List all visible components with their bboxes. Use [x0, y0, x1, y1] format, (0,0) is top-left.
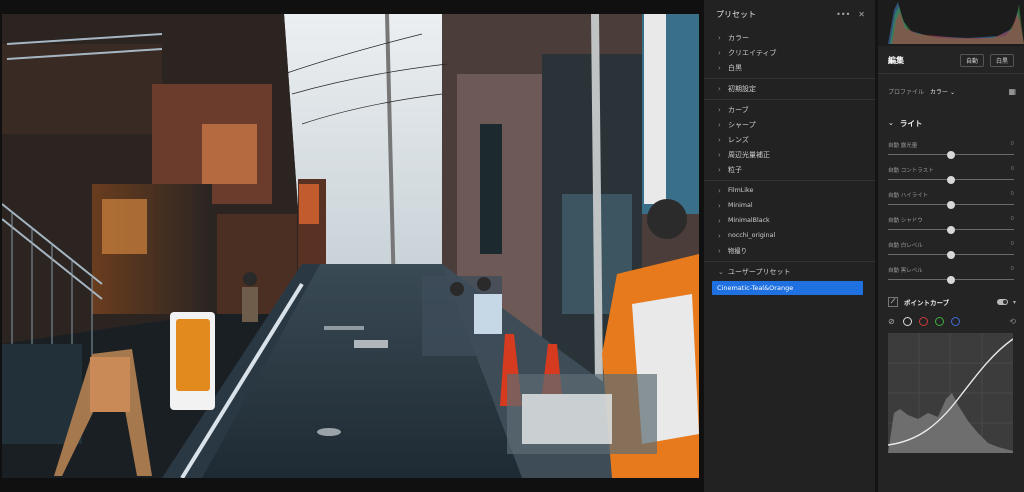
- slider-label: 自動 露光量: [888, 143, 918, 149]
- chevron-right-icon: ›: [718, 105, 721, 114]
- preset-item-curve[interactable]: › カーブ: [704, 102, 875, 117]
- slider-knob[interactable]: [947, 275, 955, 284]
- profile-row: プロファイル カラー ⌄ ▦: [888, 84, 1016, 98]
- chevron-right-icon: ›: [718, 246, 721, 255]
- profile-browser-icon[interactable]: ▦: [1008, 87, 1016, 96]
- channel-blue[interactable]: [950, 316, 960, 326]
- chevron-right-icon: ›: [718, 135, 721, 144]
- chevron-right-icon: ›: [718, 63, 721, 72]
- edited-photo: [2, 14, 699, 478]
- chevron-right-icon: ›: [718, 186, 721, 195]
- preset-item-color[interactable]: › カラー: [704, 30, 875, 45]
- chevron-right-icon: ›: [718, 216, 721, 225]
- preset-group-tools: › カーブ › シャープ › レンズ › 周辺光量補正 › 粒子: [704, 100, 875, 181]
- photo-canvas[interactable]: [0, 0, 703, 492]
- preset-item-bw[interactable]: › 白黒: [704, 60, 875, 75]
- chevron-down-icon[interactable]: ▾: [1013, 299, 1016, 306]
- slider-knob[interactable]: [947, 150, 955, 159]
- preset-group-user: ⌄ ユーザープリセット Cinematic-Teal&Orange: [704, 262, 875, 298]
- preset-item-filmlike[interactable]: › FilmLike: [704, 183, 875, 198]
- preset-item-nocchi-original[interactable]: › nocchi_original: [704, 228, 875, 243]
- chevron-down-icon: ⌄: [718, 267, 724, 276]
- preset-item-lens[interactable]: › レンズ: [704, 132, 875, 147]
- preset-group-basic: › カラー › クリエイティブ › 白黒: [704, 28, 875, 79]
- point-curve-label: ポイントカーブ: [904, 299, 950, 307]
- slider-whites[interactable]: 自動 白レベル 0: [888, 241, 1014, 261]
- eyedropper-icon[interactable]: ⊘: [888, 317, 895, 326]
- preset-item-vignette[interactable]: › 周辺光量補正: [704, 147, 875, 162]
- profile-label: プロファイル: [888, 88, 925, 96]
- preset-item-grain[interactable]: › 粒子: [704, 162, 875, 177]
- slider-knob[interactable]: [947, 225, 955, 234]
- edit-title: 編集: [888, 56, 904, 65]
- close-icon[interactable]: ✕: [858, 10, 865, 19]
- chevron-right-icon: ›: [718, 165, 721, 174]
- tone-curve-editor[interactable]: [887, 333, 1014, 453]
- chevron-right-icon: ›: [718, 120, 721, 129]
- slider-label: 自動 ハイライト: [888, 193, 929, 199]
- preset-item-minimal[interactable]: › Minimal: [704, 198, 875, 213]
- selected-preset[interactable]: Cinematic-Teal&Orange: [712, 281, 863, 295]
- slider-knob[interactable]: [947, 200, 955, 209]
- presets-panel: プリセット ••• ✕ › カラー › クリエイティブ › 白黒 › 初期設定 › カーブ…: [703, 0, 875, 492]
- chevron-right-icon: ›: [718, 150, 721, 159]
- slider-knob[interactable]: [947, 250, 955, 259]
- chevron-right-icon: ›: [718, 33, 721, 42]
- channel-rgb[interactable]: [902, 316, 912, 326]
- bw-button[interactable]: 白黒: [989, 54, 1014, 67]
- slider-contrast[interactable]: 自動 コントラスト 0: [888, 166, 1014, 186]
- slider-value: 0: [1010, 241, 1015, 247]
- profile-select[interactable]: カラー ⌄: [930, 87, 955, 96]
- slider-shadows[interactable]: 自動 シャドウ 0: [888, 216, 1014, 236]
- slider-label: 自動 白レベル: [888, 243, 923, 249]
- chevron-right-icon: ›: [718, 231, 721, 240]
- light-section-header[interactable]: ⌄ ライト: [888, 116, 922, 130]
- slider-exposure[interactable]: 自動 露光量 0: [888, 141, 1014, 161]
- ellipsis-icon[interactable]: •••: [836, 10, 850, 19]
- histogram: [878, 0, 1024, 46]
- slider-highlights[interactable]: 自動 ハイライト 0: [888, 191, 1014, 211]
- chevron-right-icon: ›: [718, 84, 721, 93]
- curve-pen-icon[interactable]: ⟋: [888, 297, 898, 307]
- slider-value: 0: [1010, 191, 1015, 197]
- slider-value: 0: [1010, 141, 1015, 147]
- edit-panel: 編集 自動 白黒 プロファイル カラー ⌄ ▦ ⌄ ライト 自動 露光量 0 自動 …: [878, 0, 1024, 492]
- slider-knob[interactable]: [947, 175, 955, 184]
- preset-item-sharpen[interactable]: › シャープ: [704, 117, 875, 132]
- slider-label: 自動 黒レベル: [888, 268, 923, 274]
- slider-blacks[interactable]: 自動 黒レベル 0: [888, 266, 1014, 286]
- curve-toggle[interactable]: [996, 299, 1008, 305]
- chevron-down-icon: ⌄: [888, 119, 894, 127]
- slider-value: 0: [1010, 216, 1015, 222]
- point-curve-header: ⟋ ポイントカーブ ▾: [888, 296, 1016, 308]
- chevron-right-icon: ›: [718, 48, 721, 57]
- preset-group-defaults: › 初期設定: [704, 79, 875, 100]
- preset-group-custom: › FilmLike › Minimal › MinimalBlack › nocchi…: [704, 181, 875, 262]
- preset-item-minimalblack[interactable]: › MinimalBlack: [704, 213, 875, 228]
- slider-label: 自動 シャドウ: [888, 218, 923, 224]
- preset-item-product[interactable]: › 物撮り: [704, 243, 875, 258]
- curve-channels: ⊘ ⟲: [888, 315, 1016, 327]
- auto-button[interactable]: 自動: [959, 54, 984, 67]
- edit-header: 編集 自動 白黒: [878, 48, 1024, 74]
- channel-red[interactable]: [918, 316, 928, 326]
- preset-item-defaults[interactable]: › 初期設定: [704, 81, 875, 96]
- presets-header: プリセット ••• ✕: [704, 0, 875, 28]
- preset-item-creative[interactable]: › クリエイティブ: [704, 45, 875, 60]
- reset-curve-icon[interactable]: ⟲: [1009, 317, 1016, 326]
- slider-value: 0: [1010, 166, 1015, 172]
- preset-item-user-presets[interactable]: ⌄ ユーザープリセット: [704, 264, 875, 279]
- chevron-right-icon: ›: [718, 201, 721, 210]
- slider-value: 0: [1010, 266, 1015, 272]
- slider-label: 自動 コントラスト: [888, 168, 934, 174]
- presets-title: プリセット: [716, 9, 756, 19]
- channel-green[interactable]: [934, 316, 944, 326]
